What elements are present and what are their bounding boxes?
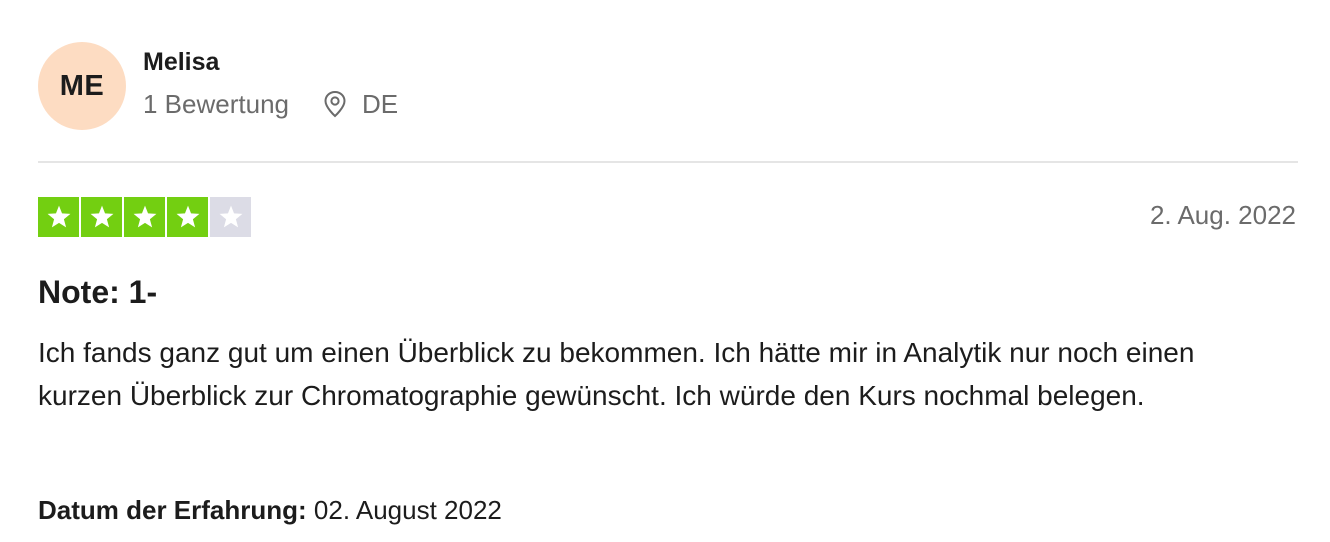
experience-date: Datum der Erfahrung: 02. August 2022 [38,494,502,526]
divider [38,161,1298,163]
star-icon [210,197,251,237]
consumer-info: Melisa 1 Bewertung DE [143,48,398,119]
experience-value: 02. August 2022 [313,495,502,525]
star-icon [167,197,208,237]
star-icon [124,197,165,237]
rating-row: 2. Aug. 2022 [38,196,1298,238]
avatar[interactable]: ME [38,42,126,130]
consumer-header: ME Melisa 1 Bewertung DE [38,42,1298,130]
experience-label: Datum der Erfahrung: [38,495,307,525]
star-icon [81,197,122,237]
review-date: 2. Aug. 2022 [1149,200,1296,230]
consumer-country: DE [361,89,399,119]
review-text: Ich fands ganz gut um einen Überblick zu… [38,337,1195,411]
consumer-name[interactable]: Melisa [143,47,398,77]
review-count: 1 Bewertung [143,89,289,119]
star-icon [38,197,79,237]
review-card: ME Melisa 1 Bewertung DE 2. Aug. 2022 No… [38,42,1298,525]
location-pin-icon [323,89,349,119]
review-title[interactable]: Note: 1- [38,274,157,310]
consumer-meta: 1 Bewertung DE [143,89,398,119]
star-rating [38,197,253,237]
